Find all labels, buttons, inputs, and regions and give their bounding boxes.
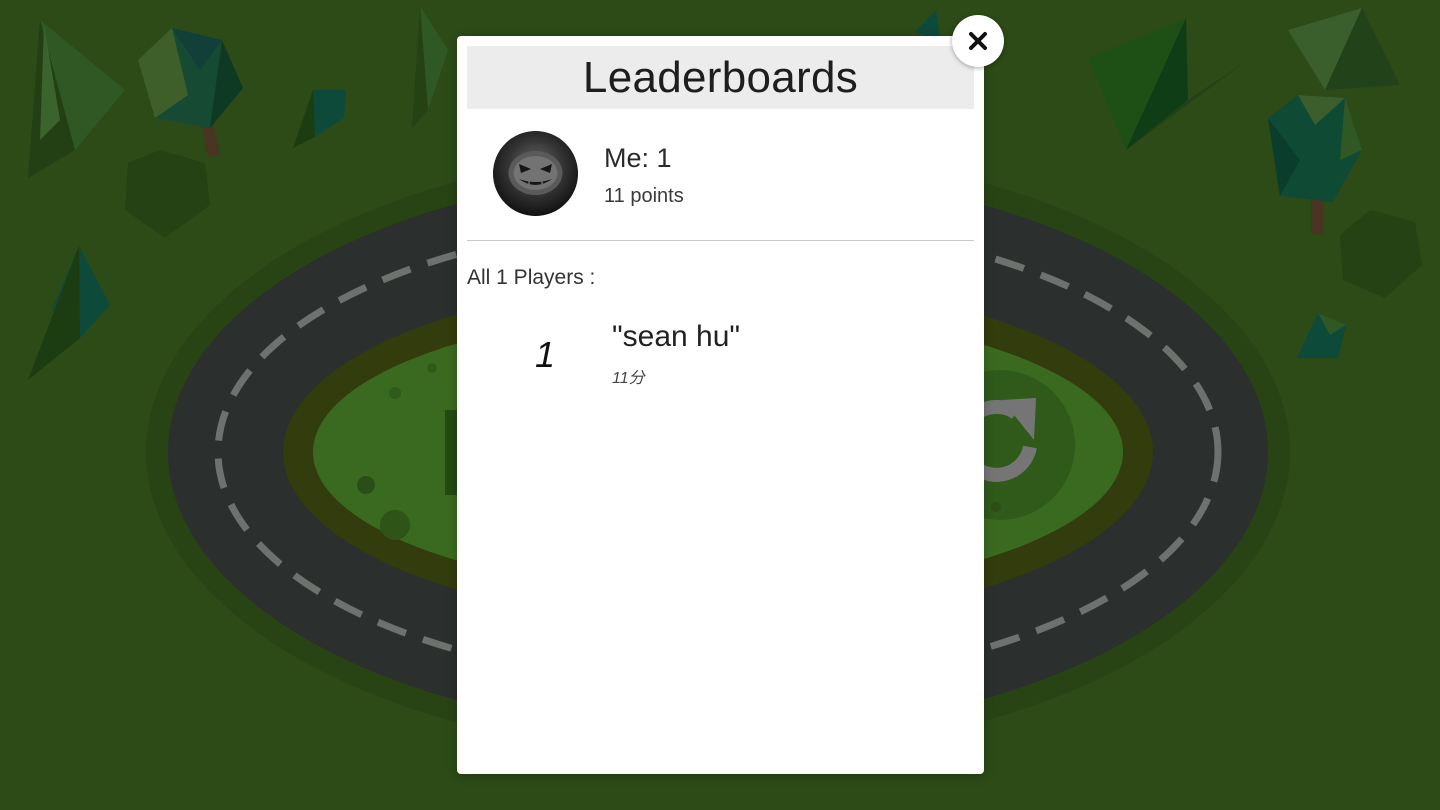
my-points-text: 11 points bbox=[604, 185, 684, 207]
players-count-label: All 1 Players : bbox=[467, 266, 596, 289]
my-rank-card: Me: 1 11 points bbox=[457, 109, 984, 241]
my-rank-text: Me: 1 bbox=[604, 143, 672, 173]
player-rank: 1 bbox=[535, 334, 556, 375]
dialog-title: Leaderboards bbox=[582, 52, 859, 102]
player-score: 11分 bbox=[612, 370, 645, 387]
close-icon bbox=[969, 32, 987, 50]
player-name: "sean hu" bbox=[612, 320, 741, 353]
divider bbox=[467, 240, 974, 241]
dialog-header: Leaderboards bbox=[467, 46, 974, 109]
jack-o-lantern-avatar bbox=[493, 131, 578, 216]
close-button[interactable] bbox=[952, 15, 1004, 67]
leaderboard-row[interactable]: 1 "sean hu" 11分 bbox=[457, 318, 984, 392]
leaderboard-dialog: Leaderboards Me: 1 11 points All 1 Playe… bbox=[457, 36, 984, 774]
